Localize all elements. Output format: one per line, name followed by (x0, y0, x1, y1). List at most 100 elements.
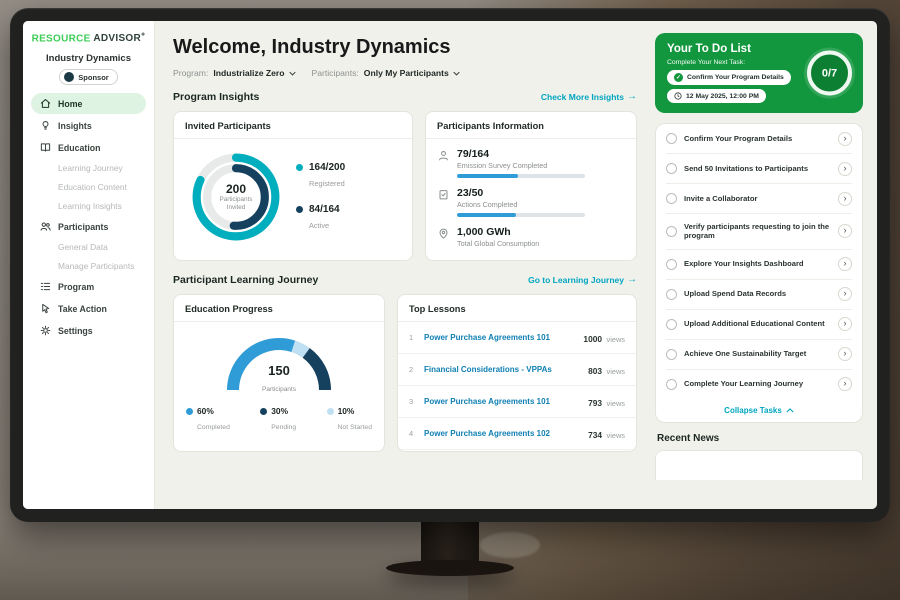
sidebar-item-home[interactable]: Home (31, 93, 146, 114)
screen: RESOURCE ADVISOR+ Industry Dynamics Spon… (23, 21, 877, 509)
task-open-button[interactable]: › (838, 132, 852, 146)
chevron-right-icon: › (844, 134, 847, 143)
task-open-button[interactable]: › (838, 377, 852, 391)
sidebar-item-label: Education Content (58, 182, 127, 192)
collapse-tasks-button[interactable]: Collapse Tasks (666, 399, 852, 422)
next-task-pill[interactable]: ✓ Confirm Your Program Details (667, 70, 791, 85)
task-checkbox[interactable] (666, 226, 677, 237)
sidebar-item-label: Settings (58, 326, 93, 336)
task-checkbox[interactable] (666, 133, 677, 144)
task-checkbox[interactable] (666, 379, 677, 390)
task-checkbox[interactable] (666, 163, 677, 174)
check-circle-icon: ✓ (674, 73, 683, 82)
legend-dot (260, 408, 267, 415)
participants-select[interactable]: Only My Participants (364, 68, 460, 78)
sponsor-badge-label: Sponsor (78, 73, 108, 82)
link-label: Go to Learning Journey (528, 275, 624, 285)
education-progress-card: Education Progress 150 Participants (173, 294, 385, 452)
lesson-row[interactable]: 2 Financial Considerations - VPPAs 803 v… (398, 354, 636, 386)
donut-center-label: Participants Invited (213, 196, 259, 211)
sponsor-icon (64, 72, 74, 82)
lesson-views: 793 views (588, 393, 625, 411)
chevron-down-icon (453, 71, 460, 76)
sidebar-item-settings[interactable]: Settings (31, 320, 146, 341)
sponsor-badge[interactable]: Sponsor (59, 69, 117, 85)
task-checkbox[interactable] (666, 319, 677, 330)
chevron-up-icon (786, 408, 794, 413)
legend-pending: 30%Pending (260, 406, 296, 434)
task-checkbox[interactable] (666, 193, 677, 204)
sidebar-item-label: Program (58, 282, 94, 292)
org-name: Industry Dynamics (31, 53, 146, 64)
learning-journey-title: Participant Learning Journey (173, 274, 318, 286)
todo-panel: Your To Do List Complete Your Next Task:… (651, 21, 877, 509)
sidebar-item-label: Participants (58, 222, 108, 232)
sidebar-item-general-data[interactable]: General Data (31, 238, 146, 256)
actions-progress-bar (457, 213, 585, 217)
card-title: Participants Information (426, 112, 636, 139)
participants-select-value: Only My Participants (364, 68, 449, 78)
sidebar-item-insights[interactable]: Insights (31, 115, 146, 136)
page-title: Welcome, Industry Dynamics (173, 36, 637, 59)
check-more-insights-link[interactable]: Check More Insights → (541, 92, 637, 102)
person-icon (438, 150, 449, 161)
lightbulb-icon (40, 120, 51, 131)
task-row[interactable]: Confirm Your Program Details › (666, 124, 852, 154)
sidebar-item-manage-participants[interactable]: Manage Participants (31, 257, 146, 275)
legend-active: 84/164Active (296, 204, 345, 233)
sidebar-item-label: Take Action (58, 304, 107, 314)
home-icon (40, 98, 51, 109)
go-to-learning-journey-link[interactable]: Go to Learning Journey → (528, 275, 637, 285)
task-row[interactable]: Achieve One Sustainability Target › (666, 340, 852, 370)
todo-progress-counter: 0/7 (807, 51, 852, 96)
sidebar-item-program[interactable]: Program (31, 276, 146, 297)
todo-subtitle: Complete Your Next Task: (667, 59, 799, 66)
monitor-stand-base (386, 560, 514, 576)
sidebar-item-learning-journey[interactable]: Learning Journey (31, 159, 146, 177)
task-row[interactable]: Complete Your Learning Journey › (666, 370, 852, 399)
sidebar-item-learning-insights[interactable]: Learning Insights (31, 197, 146, 215)
invited-donut-chart: 200 Participants Invited (188, 149, 284, 245)
sidebar: RESOURCE ADVISOR+ Industry Dynamics Spon… (23, 21, 155, 509)
background-room: RESOURCE ADVISOR+ Industry Dynamics Spon… (0, 0, 900, 600)
lesson-row[interactable]: 5 Power Purchase Agreements 103 600 view… (398, 450, 636, 452)
sidebar-item-education[interactable]: Education (31, 137, 146, 158)
lesson-row[interactable]: 4 Power Purchase Agreements 102 734 view… (398, 418, 636, 450)
cursor-icon (40, 303, 51, 314)
task-open-button[interactable]: › (838, 224, 852, 238)
lesson-row[interactable]: 1 Power Purchase Agreements 101 1000 vie… (398, 322, 636, 354)
program-filter-label: Program: (173, 68, 208, 78)
task-row[interactable]: Explore Your Insights Dashboard › (666, 250, 852, 280)
gauge-center-label: Participants (262, 386, 296, 393)
task-open-button[interactable]: › (838, 317, 852, 331)
sidebar-item-education-content[interactable]: Education Content (31, 178, 146, 196)
recent-news-card (655, 450, 863, 480)
task-row[interactable]: Upload Additional Educational Content › (666, 310, 852, 340)
task-checkbox[interactable] (666, 289, 677, 300)
task-open-button[interactable]: › (838, 287, 852, 301)
legend-registered: 164/200Registered (296, 162, 345, 191)
task-open-button[interactable]: › (838, 257, 852, 271)
task-row[interactable]: Upload Spend Data Records › (666, 280, 852, 310)
location-pin-icon (438, 228, 449, 239)
sidebar-item-participants[interactable]: Participants (31, 216, 146, 237)
task-row[interactable]: Invite a Collaborator › (666, 184, 852, 214)
task-row[interactable]: Verify participants requesting to join t… (666, 214, 852, 250)
task-checkbox[interactable] (666, 349, 677, 360)
legend-dot (296, 164, 303, 171)
task-checkbox[interactable] (666, 259, 677, 270)
invited-participants-card: Invited Participants 200 (173, 111, 413, 261)
chevron-right-icon: › (844, 164, 847, 173)
monitor-stand (421, 518, 479, 564)
legend-completed: 60%Completed (186, 406, 230, 434)
task-open-button[interactable]: › (838, 347, 852, 361)
task-row[interactable]: Send 50 Invitations to Participants › (666, 154, 852, 184)
sidebar-item-label: General Data (58, 242, 108, 252)
task-open-button[interactable]: › (838, 192, 852, 206)
task-open-button[interactable]: › (838, 162, 852, 176)
sidebar-item-label: Home (58, 99, 82, 109)
sidebar-item-take-action[interactable]: Take Action (31, 298, 146, 319)
lesson-row[interactable]: 3 Power Purchase Agreements 101 793 view… (398, 386, 636, 418)
program-select[interactable]: Industrialize Zero (213, 68, 295, 78)
info-row-actions: 23/50 Actions Completed (438, 187, 624, 217)
